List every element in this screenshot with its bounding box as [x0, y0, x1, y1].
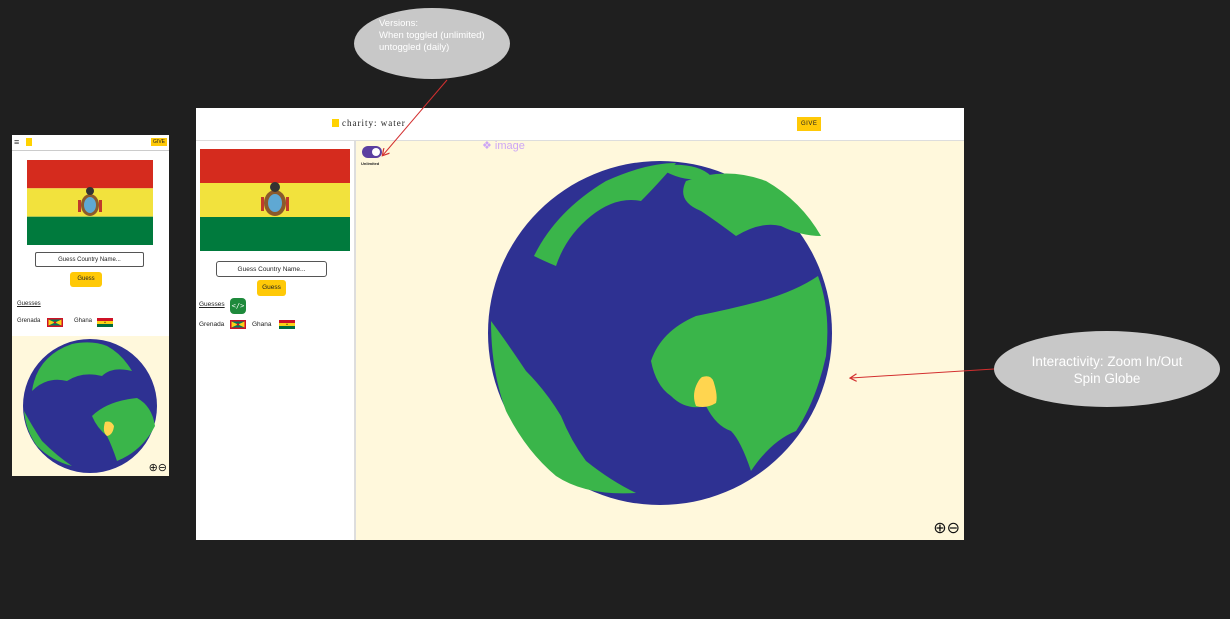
versions-arrow — [383, 79, 448, 155]
annotation-arrows — [0, 79, 995, 619]
interactivity-arrow — [851, 368, 995, 378]
